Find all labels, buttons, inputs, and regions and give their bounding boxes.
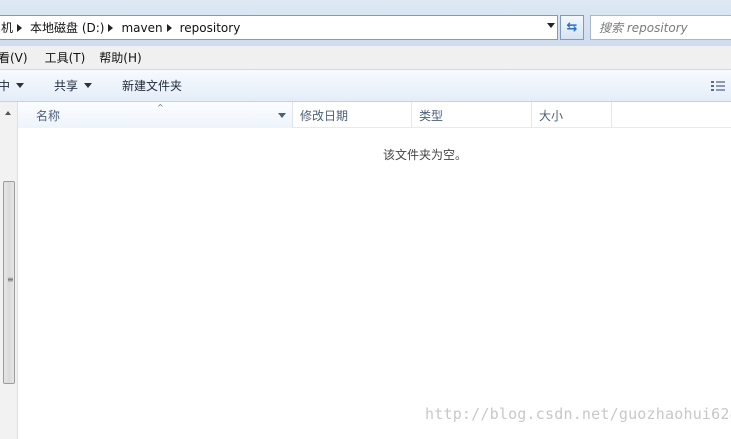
column-type[interactable]: 类型 xyxy=(412,102,532,128)
column-date-modified[interactable]: 修改日期 xyxy=(293,102,412,128)
view-options-icon[interactable] xyxy=(711,80,725,92)
dropdown-arrow-icon xyxy=(84,83,93,88)
breadcrumb-drive-d[interactable]: 本地磁盘 (D:) xyxy=(30,19,104,36)
column-name[interactable]: ^ 名称 xyxy=(18,102,293,128)
refresh-icon: ⇆ xyxy=(566,20,578,35)
column-filter-dropdown-icon[interactable] xyxy=(278,113,286,118)
breadcrumb-maven[interactable]: maven xyxy=(121,21,162,35)
window-chrome: 机 本地磁盘 (D:) maven repository ⇆ xyxy=(0,0,731,45)
menu-view[interactable]: 看(V) xyxy=(0,49,28,66)
grip-icon: ≡ xyxy=(7,275,14,284)
empty-folder-message: 该文件夹为空。 xyxy=(383,148,468,162)
new-folder-label: 新建文件夹 xyxy=(122,79,183,93)
dropdown-arrow-icon xyxy=(16,83,25,88)
search-input[interactable] xyxy=(599,20,729,35)
watermark: http://blog.csdn.net/guozhaohui628 xyxy=(425,405,731,423)
scroll-up-icon[interactable] xyxy=(5,111,11,115)
share-button[interactable]: 共享 xyxy=(54,77,93,94)
menu-help[interactable]: 帮助(H) xyxy=(99,49,141,66)
search-box[interactable] xyxy=(590,15,731,40)
breadcrumb-arrow-icon[interactable] xyxy=(166,23,172,32)
new-folder-button[interactable]: 新建文件夹 xyxy=(122,77,182,94)
refresh-button[interactable]: ⇆ xyxy=(560,15,584,40)
column-type-label: 类型 xyxy=(419,108,444,123)
share-label: 共享 xyxy=(54,79,79,93)
organize-label: 中 xyxy=(0,79,11,93)
scrollbar-thumb[interactable]: ≡ xyxy=(3,181,15,384)
address-history-dropdown-icon[interactable] xyxy=(547,23,555,28)
column-date-label: 修改日期 xyxy=(300,108,349,123)
column-name-label: 名称 xyxy=(36,108,61,123)
breadcrumb-arrow-icon[interactable] xyxy=(17,23,23,32)
command-bar: 中 共享 新建文件夹 xyxy=(0,70,731,102)
menu-bar: 看(V) 工具(T) 帮助(H) xyxy=(0,45,731,70)
breadcrumb-computer[interactable]: 机 xyxy=(1,19,13,36)
sort-arrow-icon: ^ xyxy=(157,103,164,112)
address-bar[interactable]: 机 本地磁盘 (D:) maven repository xyxy=(0,15,558,40)
breadcrumb-arrow-icon[interactable] xyxy=(108,23,114,32)
column-size[interactable]: 大小 xyxy=(532,102,612,128)
breadcrumb-repository[interactable]: repository xyxy=(180,21,241,35)
column-header-row: ^ 名称 修改日期 类型 大小 xyxy=(18,102,731,128)
navigation-pane-scrollbar[interactable]: ≡ xyxy=(0,102,18,439)
column-size-label: 大小 xyxy=(539,108,564,123)
menu-tools[interactable]: 工具(T) xyxy=(45,49,86,66)
organize-button[interactable]: 中 xyxy=(0,77,25,94)
